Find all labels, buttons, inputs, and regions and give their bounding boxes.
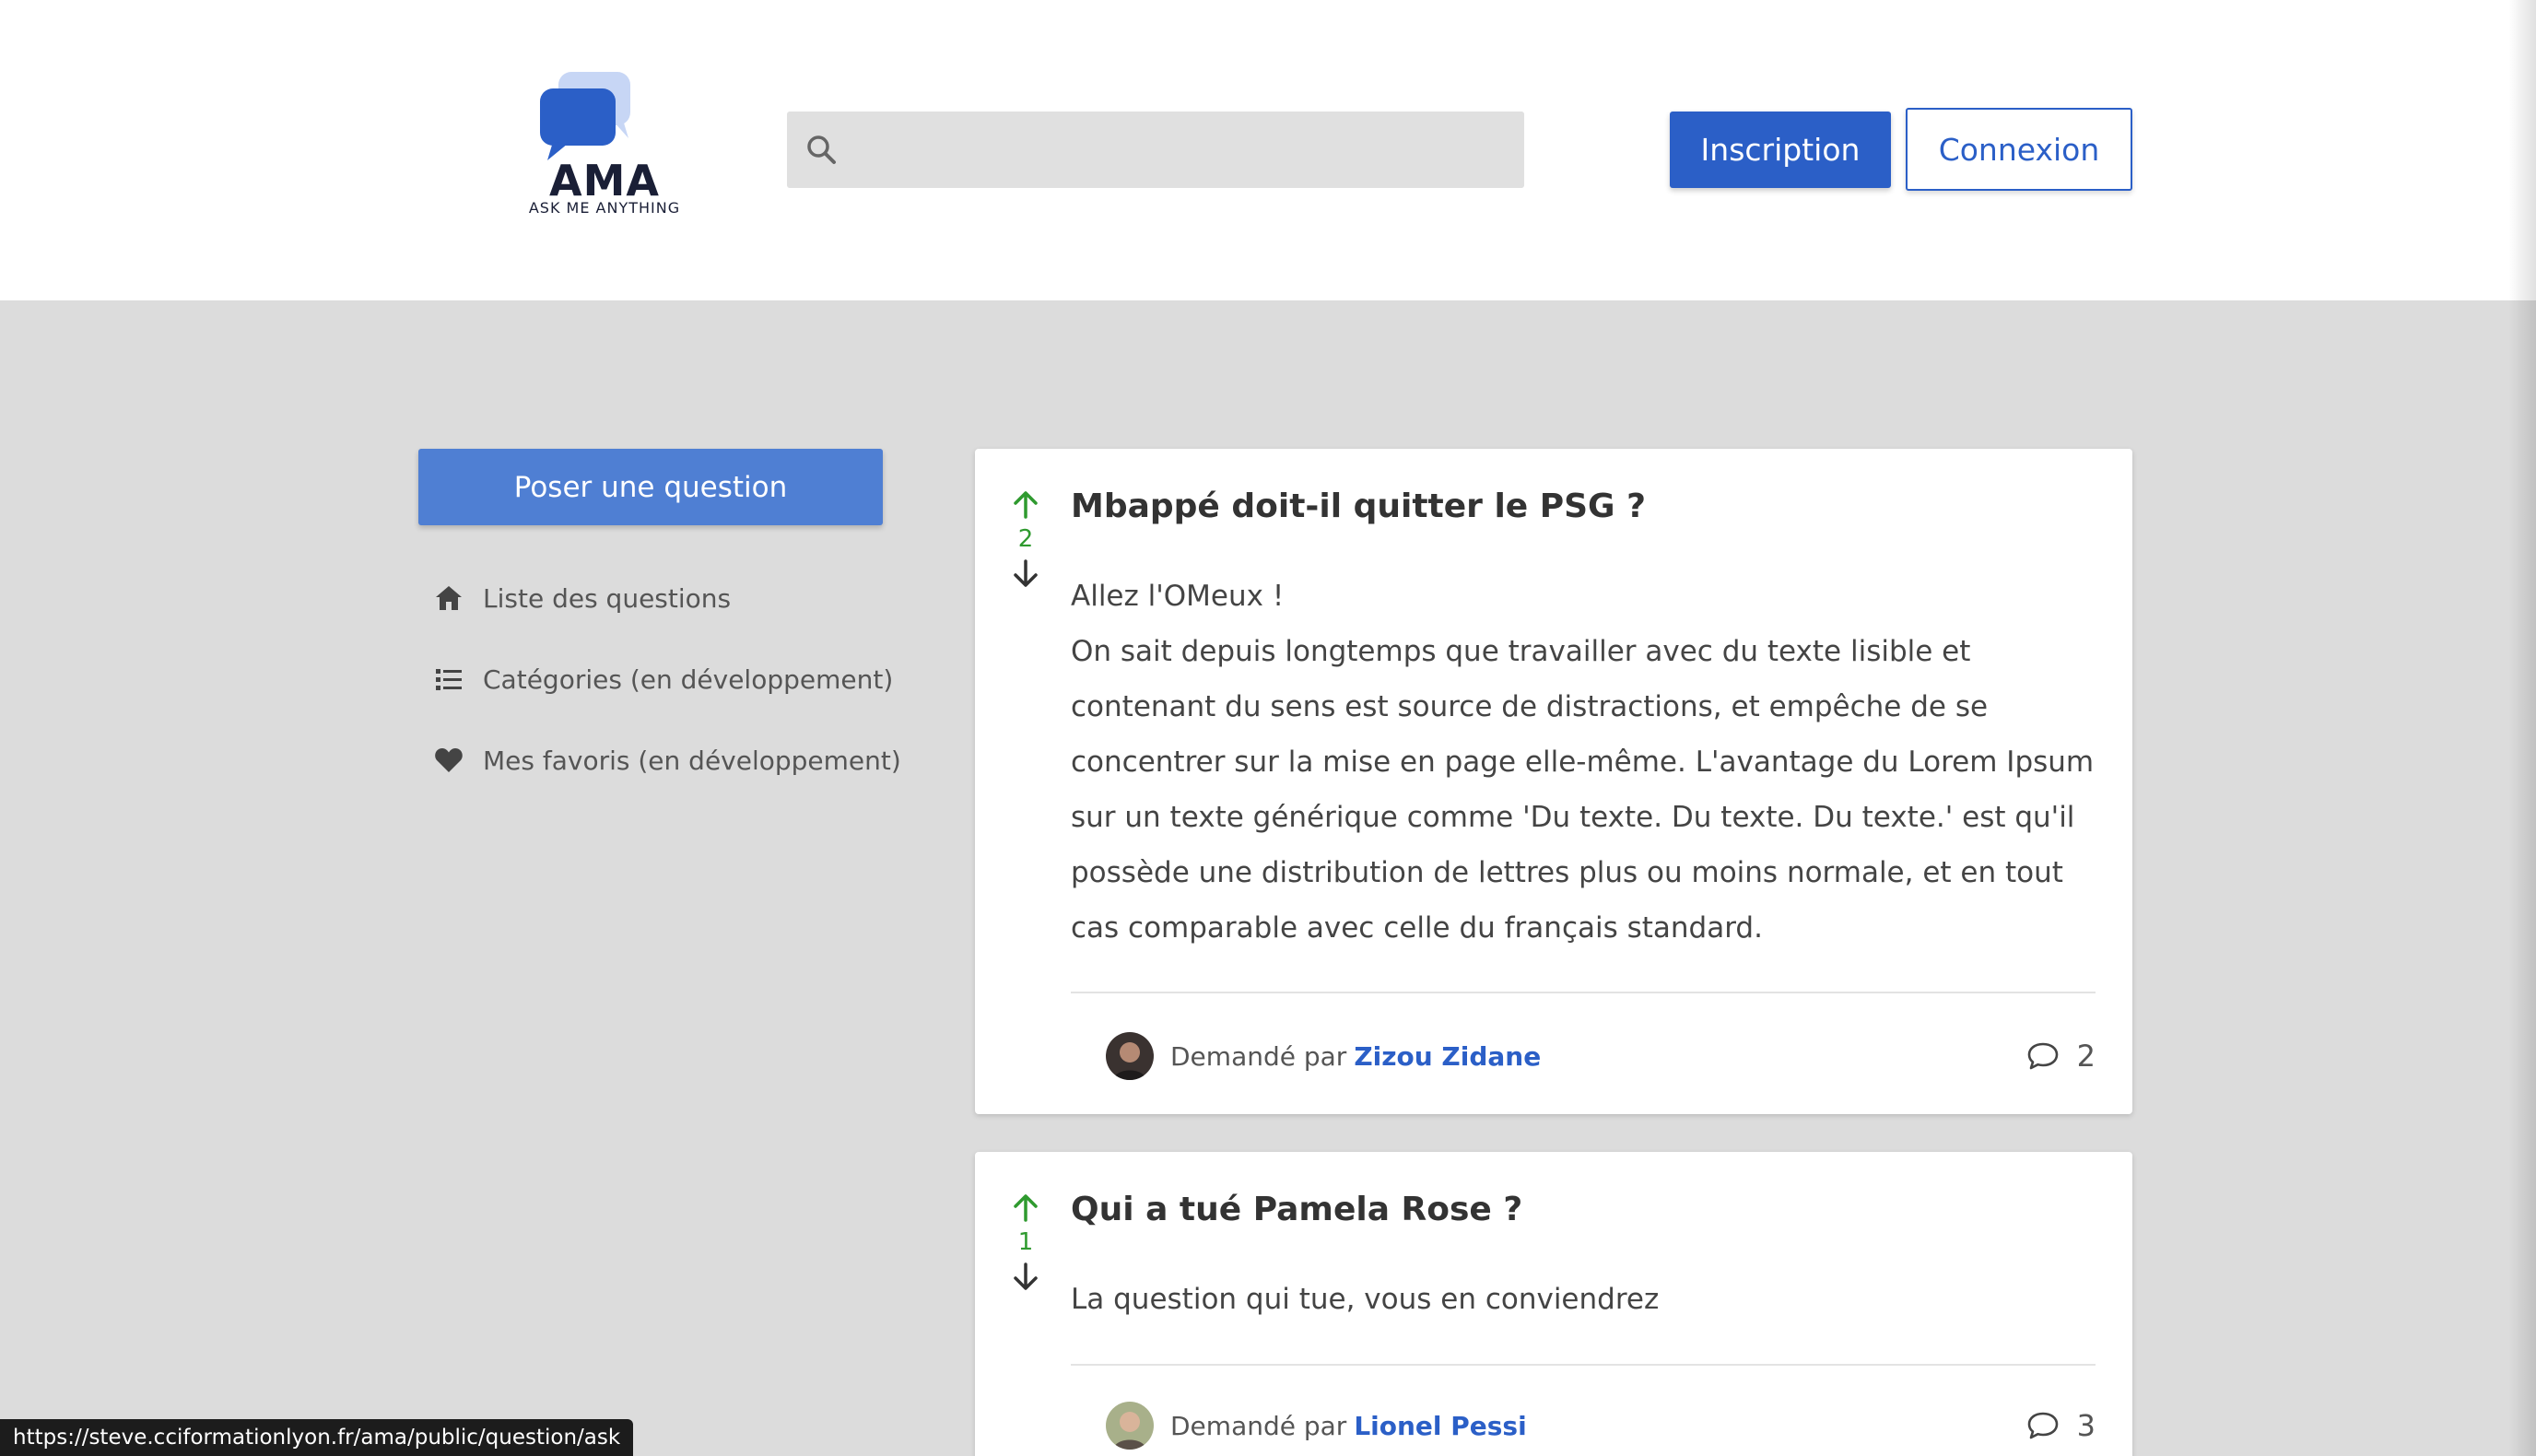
vote-widget: 1 bbox=[1008, 1192, 1043, 1292]
author-link[interactable]: Lionel Pessi bbox=[1354, 1411, 1526, 1441]
logo-subtitle: ASK ME ANYTHING bbox=[528, 199, 681, 217]
avatar[interactable] bbox=[1106, 1032, 1154, 1080]
comments-count[interactable]: 2 bbox=[2025, 1039, 2096, 1074]
ama-logo[interactable]: AMA ASK ME ANYTHING bbox=[512, 68, 697, 217]
heart-icon bbox=[435, 748, 463, 772]
comment-bubble-icon bbox=[2027, 1412, 2058, 1439]
vote-count: 1 bbox=[1017, 1228, 1034, 1256]
question-body-line: On sait depuis longtemps que travailler … bbox=[1071, 635, 2095, 945]
sidebar-item-label: Mes favoris (en développement) bbox=[483, 745, 901, 776]
upvote-arrow-icon[interactable] bbox=[1010, 489, 1041, 521]
search-icon bbox=[807, 135, 836, 164]
asked-by-label: Demandé par bbox=[1170, 1410, 1347, 1441]
divider bbox=[1071, 1364, 2096, 1366]
author-link[interactable]: Zizou Zidane bbox=[1354, 1041, 1541, 1072]
question-body-line: Allez l'OMeux ! bbox=[1071, 580, 1285, 613]
sidebar-item-label: Liste des questions bbox=[483, 582, 732, 614]
question-body: La question qui tue, vous en conviendrez bbox=[1071, 1272, 2103, 1327]
vote-count: 2 bbox=[1017, 525, 1034, 553]
page: AMA ASK ME ANYTHING Inscription Connexio… bbox=[0, 0, 2536, 1456]
comments-count-value: 3 bbox=[2076, 1408, 2096, 1443]
question-footer: Demandé par Zizou Zidane 2 bbox=[1106, 1030, 2096, 1082]
downvote-arrow-icon[interactable] bbox=[1010, 558, 1041, 589]
comment-bubble-icon bbox=[2027, 1042, 2058, 1070]
sidebar-item-questions-list[interactable]: Liste des questions bbox=[433, 575, 731, 621]
sidebar-item-favorites[interactable]: Mes favoris (en développement) bbox=[433, 737, 901, 783]
search-bar[interactable] bbox=[787, 112, 1524, 188]
search-input[interactable] bbox=[851, 112, 1515, 188]
logo-title: AMA bbox=[549, 156, 660, 205]
downvote-arrow-icon[interactable] bbox=[1010, 1261, 1041, 1292]
register-button[interactable]: Inscription bbox=[1670, 112, 1891, 188]
home-icon bbox=[436, 586, 462, 610]
window-edge-shadow bbox=[2508, 0, 2536, 1456]
comments-count[interactable]: 3 bbox=[2025, 1408, 2096, 1443]
question-card: 1 Qui a tué Pamela Rose ? La question qu… bbox=[975, 1152, 2132, 1456]
user-photo-icon bbox=[1106, 1402, 1154, 1450]
question-body-line: La question qui tue, vous en conviendrez bbox=[1071, 1283, 1660, 1316]
speech-bubbles-icon bbox=[540, 72, 630, 160]
vote-widget: 2 bbox=[1008, 489, 1043, 589]
avatar[interactable] bbox=[1106, 1402, 1154, 1450]
sidebar-item-categories[interactable]: Catégories (en développement) bbox=[433, 656, 893, 702]
site-header: AMA ASK ME ANYTHING Inscription Connexio… bbox=[0, 0, 2536, 300]
login-button[interactable]: Connexion bbox=[1906, 108, 2132, 191]
question-title[interactable]: Qui a tué Pamela Rose ? bbox=[1071, 1191, 1522, 1228]
divider bbox=[1071, 992, 2096, 993]
user-photo-icon bbox=[1106, 1032, 1154, 1080]
question-title[interactable]: Mbappé doit-il quitter le PSG ? bbox=[1071, 487, 1646, 525]
question-body: Allez l'OMeux ! On sait depuis longtemps… bbox=[1071, 569, 2103, 956]
asked-by-label: Demandé par bbox=[1170, 1040, 1347, 1072]
status-bar-url: https://steve.cciformationlyon.fr/ama/pu… bbox=[0, 1419, 634, 1456]
question-card: 2 Mbappé doit-il quitter le PSG ? Allez … bbox=[975, 449, 2132, 1114]
sidebar-item-label: Catégories (en développement) bbox=[483, 663, 894, 695]
comments-count-value: 2 bbox=[2076, 1039, 2096, 1074]
ask-question-button[interactable]: Poser une question bbox=[418, 449, 883, 525]
list-icon bbox=[436, 669, 462, 690]
question-footer: Demandé par Lionel Pessi 3 bbox=[1106, 1400, 2096, 1451]
upvote-arrow-icon[interactable] bbox=[1010, 1192, 1041, 1224]
